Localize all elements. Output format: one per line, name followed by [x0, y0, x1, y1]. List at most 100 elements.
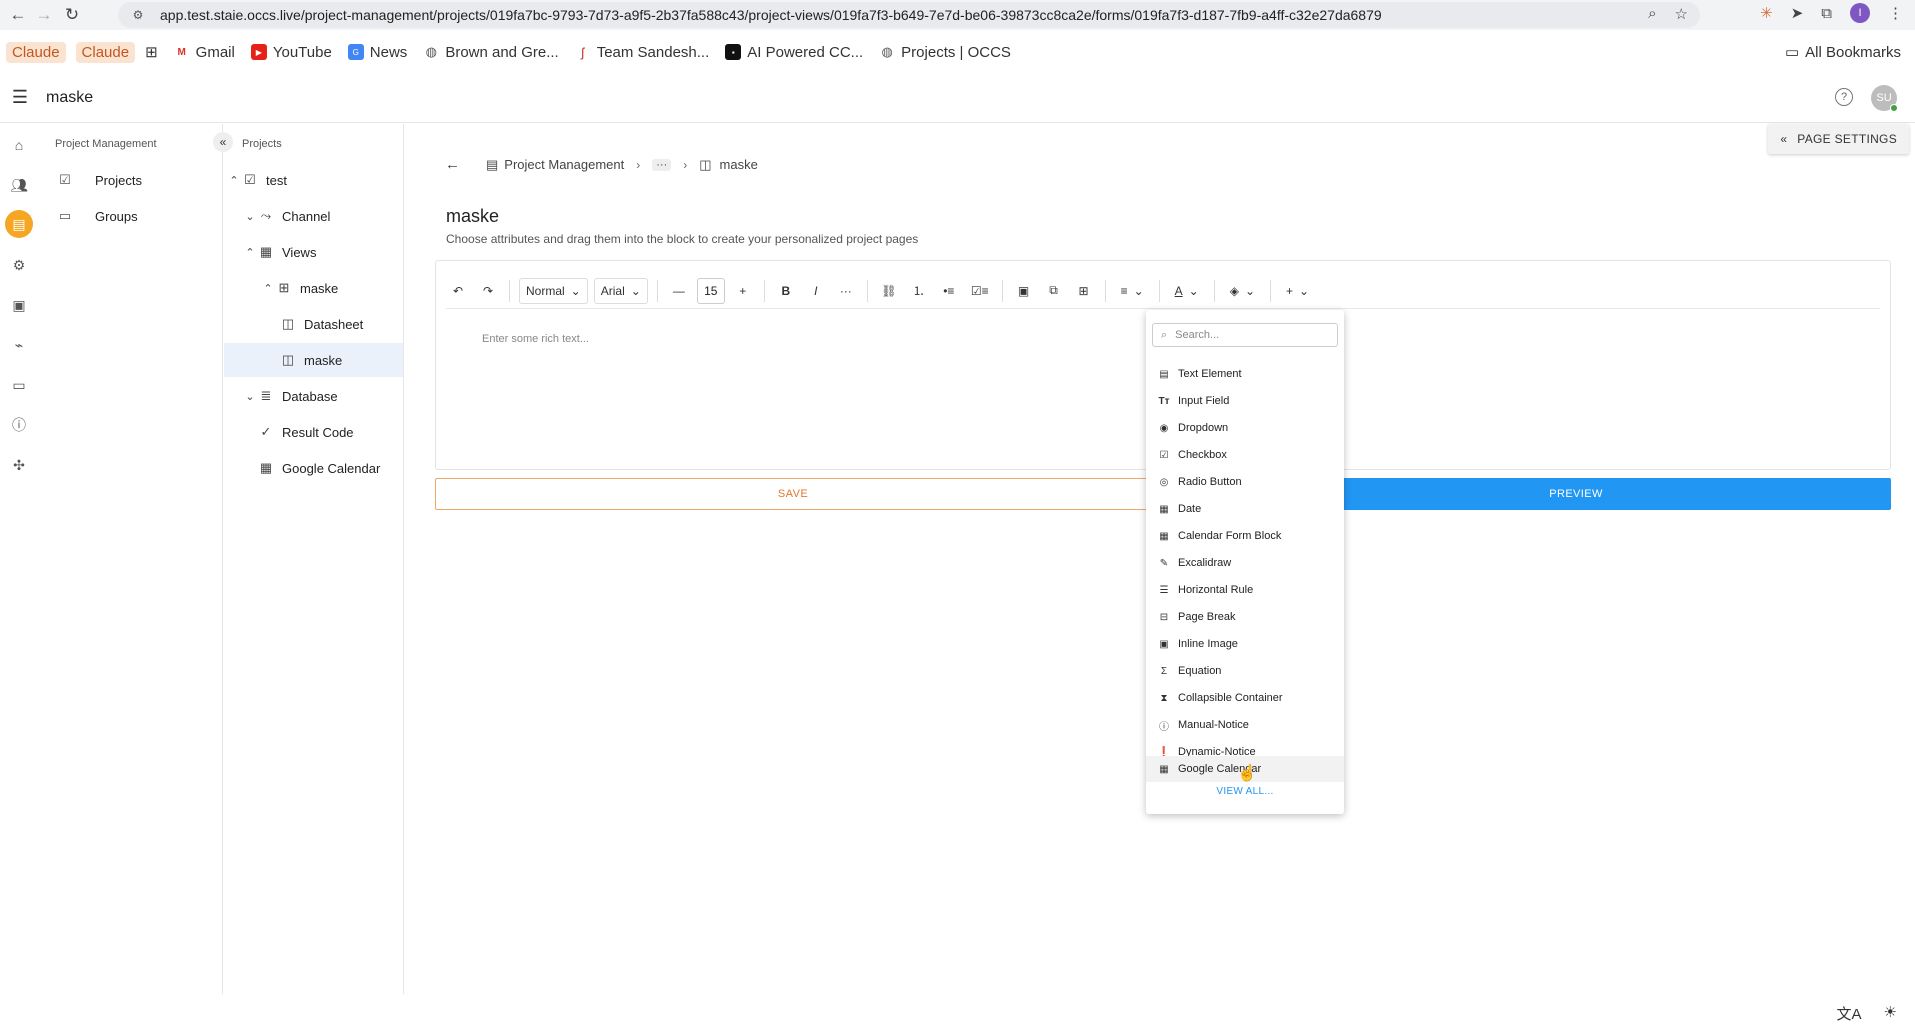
- bookmark-brown[interactable]: ◍ Brown and Gre...: [423, 44, 559, 61]
- bookmark-claude-2[interactable]: Claude: [75, 41, 136, 63]
- numbered-list-icon[interactable]: ⒈: [907, 278, 931, 304]
- bookmark-ai[interactable]: ▪ AI Powered CC...: [725, 44, 863, 61]
- chevron-down-icon[interactable]: ⌄: [242, 390, 258, 403]
- back-arrow-icon[interactable]: ←: [4, 1, 32, 29]
- hamburger-menu-icon[interactable]: ☰: [0, 87, 40, 108]
- tree-item-database[interactable]: ⌄ ≣ Database: [224, 379, 403, 413]
- breadcrumb-ellipsis[interactable]: ···: [652, 158, 672, 171]
- menu-item-inline-image[interactable]: ▣ Inline Image: [1146, 631, 1344, 657]
- more-formatting-icon[interactable]: ···: [834, 278, 858, 304]
- theme-toggle-icon[interactable]: ☀: [1884, 1003, 1897, 1024]
- redo-icon[interactable]: ↷: [476, 278, 500, 304]
- all-bookmarks[interactable]: ▭ All Bookmarks: [1785, 43, 1901, 62]
- bookmark-team[interactable]: ʃ Team Sandesh...: [575, 44, 709, 61]
- menu-item-horizontal-rule[interactable]: ☰ Horizontal Rule: [1146, 577, 1344, 603]
- bookmark-gmail[interactable]: M Gmail: [174, 44, 235, 61]
- user-avatar[interactable]: SU: [1871, 85, 1898, 112]
- tree-item-channel[interactable]: ⌄ ⤳ Channel: [224, 199, 403, 233]
- tree-item-views[interactable]: ⌃ ▦ Views: [224, 235, 403, 269]
- analytics-icon[interactable]: ⌁: [8, 334, 30, 356]
- image-icon[interactable]: ▣: [1012, 278, 1036, 304]
- tree-item-result-code[interactable]: ✓ Result Code: [224, 415, 403, 449]
- chevron-down-icon[interactable]: ⌄: [242, 210, 258, 223]
- address-bar[interactable]: ⚙ app.test.staie.occs.live/project-manag…: [118, 2, 1700, 28]
- help-icon[interactable]: ?: [1835, 88, 1853, 106]
- block-type-select[interactable]: Normal ⌄: [519, 277, 588, 304]
- background-color-select[interactable]: ◈ ⌄: [1224, 278, 1261, 304]
- back-arrow-icon[interactable]: ←: [445, 156, 460, 173]
- insert-select[interactable]: + ⌄: [1280, 278, 1315, 304]
- project-management-icon[interactable]: ▤: [5, 210, 33, 238]
- bullet-list-icon[interactable]: •≡: [937, 278, 961, 304]
- checklist-icon[interactable]: ☑≡: [967, 278, 993, 304]
- menu-item-equation[interactable]: Σ Equation: [1146, 658, 1344, 684]
- font-family-select[interactable]: Arial ⌄: [593, 277, 648, 304]
- increase-font-icon[interactable]: +: [731, 278, 755, 304]
- undo-icon[interactable]: ↶: [446, 278, 470, 304]
- notice-icon[interactable]: ⓘ: [8, 414, 30, 436]
- menu-item-manual-notice[interactable]: ⓘ Manual-Notice: [1146, 712, 1344, 738]
- settings-icon[interactable]: ⚙: [8, 254, 30, 276]
- forward-arrow-icon[interactable]: →: [30, 1, 58, 29]
- save-button[interactable]: SAVE: [435, 478, 1151, 510]
- bold-icon[interactable]: B: [774, 278, 798, 304]
- chevron-up-icon[interactable]: ⌃: [226, 174, 242, 187]
- font-size-input[interactable]: 15: [696, 277, 725, 304]
- decrease-font-icon[interactable]: —: [667, 278, 691, 304]
- zoom-icon[interactable]: ⌕: [1648, 5, 1656, 23]
- menu-item-page-break[interactable]: ⊟ Page Break: [1146, 604, 1344, 630]
- menu-item-radio-button[interactable]: ◎ Radio Button: [1146, 469, 1344, 495]
- table-icon[interactable]: ⊞: [1072, 278, 1096, 304]
- menu-item-excalidraw[interactable]: ✎ Excalidraw: [1146, 550, 1344, 576]
- url-text[interactable]: app.test.staie.occs.live/project-managem…: [160, 7, 1382, 23]
- bookmark-youtube[interactable]: ▶ YouTube: [250, 44, 332, 61]
- menu-item-input-field[interactable]: Tт Input Field: [1146, 388, 1344, 414]
- bookmark-news[interactable]: G News: [347, 44, 407, 61]
- extension-claude-icon[interactable]: ✳: [1760, 4, 1773, 22]
- bookmark-projects[interactable]: ◍ Projects | OCCS: [879, 44, 1011, 61]
- align-select[interactable]: ≡ ⌄: [1115, 278, 1150, 304]
- chrome-menu-icon[interactable]: ⋮: [1888, 4, 1903, 22]
- bookmark-claude-1[interactable]: Claude: [6, 41, 66, 63]
- menu-item-date[interactable]: ▦ Date: [1146, 496, 1344, 522]
- section-item-groups[interactable]: ▭ Groups: [57, 208, 138, 224]
- view-all-link[interactable]: VIEW ALL...: [1146, 786, 1344, 797]
- menu-item-checkbox[interactable]: ☑ Checkbox: [1146, 442, 1344, 468]
- menu-item-collapsible-container[interactable]: ⧗ Collapsible Container: [1146, 685, 1344, 711]
- extension-pointer-icon[interactable]: ➤: [1791, 4, 1804, 22]
- site-info-icon[interactable]: ⚙: [128, 5, 148, 25]
- chevron-up-icon[interactable]: ⌃: [242, 246, 258, 259]
- tree-item-test[interactable]: ⌃ ☑ test: [224, 163, 403, 197]
- plugins-icon[interactable]: ✣: [8, 454, 30, 476]
- users-icon[interactable]: 👥︎: [8, 174, 30, 196]
- bookmark-star-icon[interactable]: ☆: [1675, 5, 1688, 23]
- tree-item-datasheet[interactable]: ◫ Datasheet: [224, 307, 403, 341]
- chevron-up-icon[interactable]: ⌃: [260, 282, 276, 295]
- page-settings-button[interactable]: « PAGE SETTINGS: [1768, 124, 1909, 154]
- section-item-projects[interactable]: ☑ Projects: [57, 172, 142, 188]
- contacts-icon[interactable]: ▣: [8, 294, 30, 316]
- text-color-select[interactable]: A ⌄: [1169, 278, 1205, 304]
- italic-icon[interactable]: I: [804, 278, 828, 304]
- menu-search-input[interactable]: ⌕ Search...: [1152, 323, 1338, 347]
- tree-item-maske-view[interactable]: ⌃ ⊞ maske: [224, 271, 403, 305]
- collapse-icon: ⧗: [1160, 692, 1168, 704]
- monitor-icon[interactable]: ▭: [8, 374, 30, 396]
- profile-avatar[interactable]: I: [1850, 3, 1870, 23]
- tree-item-maske-form[interactable]: ◫ maske: [224, 343, 403, 377]
- home-icon[interactable]: ⌂: [8, 134, 30, 156]
- apps-grid-icon[interactable]: ⊞: [145, 43, 158, 61]
- editor-placeholder[interactable]: Enter some rich text...: [482, 333, 589, 345]
- reload-icon[interactable]: ↻: [58, 1, 86, 29]
- menu-item-dropdown[interactable]: ◉ Dropdown: [1146, 415, 1344, 441]
- extensions-puzzle-icon[interactable]: ⧉: [1821, 5, 1832, 22]
- breadcrumb-root[interactable]: Project Management: [504, 157, 624, 172]
- menu-item-calendar-form-block[interactable]: ▦ Calendar Form Block: [1146, 523, 1344, 549]
- tree-item-google-calendar[interactable]: ▦ Google Calendar: [224, 451, 403, 485]
- embed-icon[interactable]: ⧉: [1042, 278, 1066, 304]
- menu-item-text-element[interactable]: ▤ Text Element: [1146, 361, 1344, 387]
- menu-search-placeholder: Search...: [1175, 329, 1220, 341]
- link-icon[interactable]: ⛓: [877, 278, 901, 304]
- preview-button[interactable]: PREVIEW: [1261, 478, 1891, 510]
- translate-icon[interactable]: 文A: [1837, 1003, 1862, 1024]
